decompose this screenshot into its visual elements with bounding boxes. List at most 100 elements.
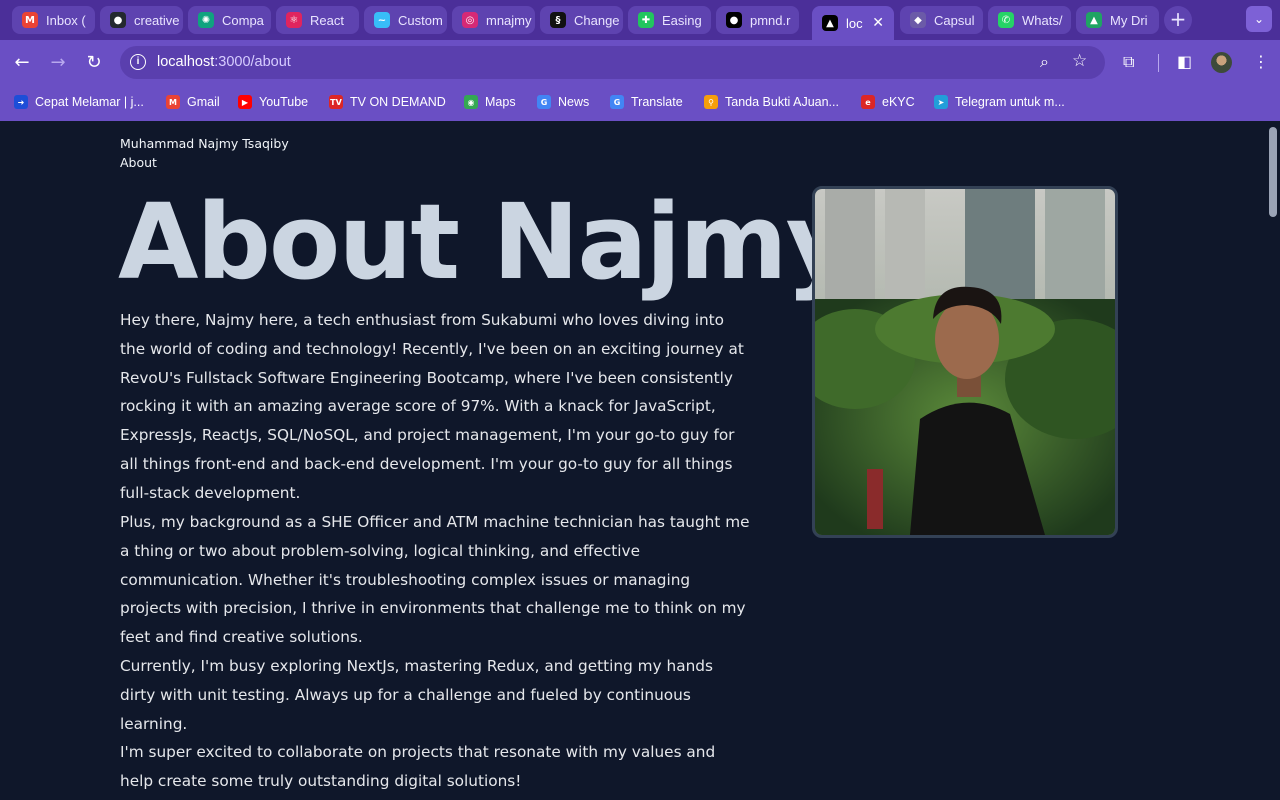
tab-title: Inbox (	[46, 12, 86, 28]
whatsapp-icon: ✆	[998, 12, 1014, 28]
profile-avatar[interactable]	[1211, 52, 1232, 73]
profile-photo-image	[815, 189, 1115, 535]
bookmark-item[interactable]: G Translate	[610, 95, 683, 109]
tailwind-icon: ~	[374, 12, 390, 28]
reload-button[interactable]: ↻	[81, 50, 107, 76]
youtube-icon: ▶	[238, 95, 252, 109]
tab-title: Capsul	[934, 12, 975, 28]
tab-title: creative	[134, 12, 180, 28]
bookmark-label: News	[558, 95, 590, 109]
tab[interactable]: ▲ loc ✕	[812, 6, 894, 40]
tab-title: loc	[846, 15, 863, 31]
about-paragraph-3: Currently, I'm busy exploring NextJs, ma…	[120, 657, 713, 733]
tab[interactable]: ● pmnd.r	[716, 6, 799, 34]
tab[interactable]: ◎ mnajmy	[452, 6, 535, 34]
url-text[interactable]: localhost:3000/about	[157, 54, 291, 70]
instagram-icon: ◎	[462, 12, 478, 28]
bookmark-label: Tanda Bukti AJuan...	[725, 95, 839, 109]
tab[interactable]: ✚ Easing	[628, 6, 711, 34]
squarespace-icon: §	[550, 12, 566, 28]
tab[interactable]: M Inbox (	[12, 6, 95, 34]
tab[interactable]: ~ Custom	[364, 6, 447, 34]
site-brand[interactable]: Muhammad Najmy Tsaqiby	[120, 136, 289, 151]
zoom-icon[interactable]: ⌕	[1040, 52, 1049, 72]
bookmark-label: Telegram untuk m...	[955, 95, 1065, 109]
bookmark-item[interactable]: ⚲ Tanda Bukti AJuan...	[704, 95, 839, 109]
google-drive-icon: ▲	[1086, 12, 1102, 28]
profile-photo	[812, 186, 1118, 538]
bookmark-item[interactable]: e eKYC	[861, 95, 915, 109]
tab-title: mnajmy	[486, 12, 532, 28]
page-title: About Najmy	[118, 181, 853, 303]
maps-icon: ◉	[464, 95, 478, 109]
scrollbar-thumb[interactable]	[1269, 127, 1277, 217]
nextjs-icon: ▲	[822, 15, 838, 31]
about-paragraph-4: I'm super excited to collaborate on proj…	[120, 743, 716, 790]
tab[interactable]: § Change	[540, 6, 623, 34]
gmail-icon: M	[22, 12, 38, 28]
forward-button[interactable]: →	[45, 50, 71, 76]
bookmark-item[interactable]: ▶ YouTube	[238, 95, 308, 109]
bookmark-label: Maps	[485, 95, 516, 109]
tab-title: React	[310, 12, 344, 28]
bookmark-label: Cepat Melamar | j...	[35, 95, 144, 109]
bookmark-label: Translate	[631, 95, 683, 109]
bookmark-item[interactable]: G News	[537, 95, 589, 109]
react-icon: ⚛	[286, 12, 302, 28]
toolbar-divider	[1158, 54, 1159, 72]
about-paragraph-1: Hey there, Najmy here, a tech enthusiast…	[120, 311, 744, 502]
translate-icon: G	[610, 95, 624, 109]
tab-title: pmnd.r	[750, 12, 791, 28]
reload-icon: ↻	[86, 52, 102, 73]
pmndrs-icon: ●	[726, 12, 742, 28]
new-tab-button[interactable]: +	[1164, 6, 1192, 34]
gmail-icon: M	[166, 95, 180, 109]
tab[interactable]: ✺ Compa	[188, 6, 271, 34]
side-panel-icon[interactable]: ◧	[1177, 52, 1192, 71]
capsule-icon: ◆	[910, 12, 926, 28]
nav-link-about[interactable]: About	[120, 155, 157, 170]
tab-title: Compa	[222, 12, 264, 28]
tab[interactable]: ⚛ React	[276, 6, 359, 34]
arrow-right-icon: →	[50, 52, 66, 73]
tab-title: Change	[574, 12, 620, 28]
bookmark-cepat-icon: ➜	[14, 95, 28, 109]
bookmark-tanda-icon: ⚲	[704, 95, 718, 109]
bookmark-item[interactable]: ➤ Telegram untuk m...	[934, 95, 1065, 109]
bookmark-label: YouTube	[259, 95, 309, 109]
tab-strip: M Inbox ( ● creative ✺ Compa ⚛ React ~ Custom ◎ mna…	[0, 0, 1280, 40]
tab[interactable]: ● creative	[100, 6, 183, 34]
kebab-menu-icon[interactable]: ⋮	[1253, 52, 1269, 71]
telegram-icon: ➤	[934, 95, 948, 109]
tab-title: My Dri	[1110, 12, 1148, 28]
tab[interactable]: ✆ Whats/	[988, 6, 1071, 34]
tab[interactable]: ◆ Capsul	[900, 6, 983, 34]
close-tab-icon[interactable]: ✕	[872, 15, 884, 31]
news-icon: G	[537, 95, 551, 109]
bookmark-star-icon[interactable]: ☆	[1072, 51, 1087, 71]
arrow-left-icon: ←	[14, 52, 30, 73]
bookmark-item[interactable]: TV TV ON DEMAND	[329, 95, 446, 109]
bookmark-item[interactable]: ➜ Cepat Melamar | j...	[14, 95, 144, 109]
scrollbar[interactable]	[1266, 121, 1280, 800]
url-host: localhost	[157, 54, 215, 70]
bookmark-label: eKYC	[882, 95, 915, 109]
bookmark-item[interactable]: ◉ Maps	[464, 95, 516, 109]
extensions-icon[interactable]: ⧉	[1123, 52, 1134, 72]
tab[interactable]: ▲ My Dri	[1076, 6, 1159, 34]
github-icon: ●	[110, 12, 126, 28]
openai-icon: ✺	[198, 12, 214, 28]
bookmark-item[interactable]: M Gmail	[166, 95, 220, 109]
tab-title: Easing	[662, 12, 702, 28]
address-bar[interactable]: i localhost:3000/about ⌕ ☆	[120, 46, 1105, 79]
tv-icon: TV	[329, 95, 343, 109]
back-button[interactable]: ←	[9, 50, 35, 76]
bookmark-label: TV ON DEMAND	[350, 95, 446, 109]
easing-icon: ✚	[638, 12, 654, 28]
about-paragraph-2: Plus, my background as a SHE Officer and…	[120, 513, 750, 647]
site-info-icon[interactable]: i	[130, 54, 146, 70]
bookmarks-bar: ➜ Cepat Melamar | j... M Gmail ▶ YouTube TV TV …	[0, 90, 1280, 116]
url-path: :3000/about	[214, 54, 291, 70]
tab-search-menu-button[interactable]: ⌄	[1246, 6, 1272, 32]
tab-title: Custom	[398, 12, 443, 28]
